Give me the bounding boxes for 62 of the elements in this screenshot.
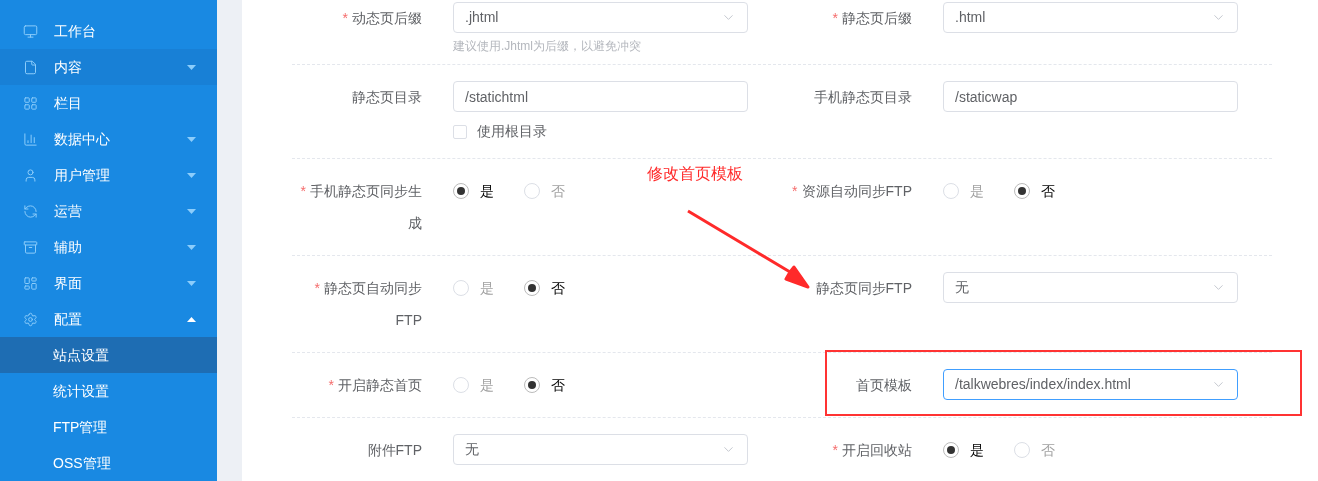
required-asterisk: *: [328, 377, 334, 393]
field-label: 静态页同步FTP: [815, 280, 912, 296]
field-label: 开启回收站: [842, 442, 912, 458]
radio-label: 否: [1041, 440, 1055, 460]
submenu-item[interactable]: 统计设置: [0, 373, 217, 409]
submenu-item[interactable]: OSS管理: [0, 445, 217, 481]
input-field[interactable]: /statichtml: [453, 81, 748, 112]
field-label: 开启静态首页: [338, 377, 422, 393]
field-label: 静态页自动同步FTP: [324, 280, 422, 328]
monitor-icon: [23, 23, 38, 39]
sidebar-item[interactable]: 用户管理: [0, 157, 217, 193]
required-asterisk: *: [342, 10, 348, 26]
sidebar-item[interactable]: 工作台: [0, 13, 217, 49]
radio-label: 是: [480, 375, 494, 395]
field-label: 静态页目录: [352, 89, 422, 105]
sidebar-item[interactable]: 配置: [0, 301, 217, 337]
submenu-item[interactable]: 站点设置: [0, 337, 217, 373]
settings-icon: [23, 311, 38, 327]
radio-label: 否: [551, 181, 565, 201]
radio-label: 否: [1041, 181, 1055, 201]
field-label: 首页模板: [856, 377, 912, 393]
radio-label: 否: [551, 278, 565, 298]
required-asterisk: *: [832, 442, 838, 458]
field-label: 静态页后缀: [842, 10, 912, 26]
required-asterisk: *: [314, 280, 320, 296]
hint-text: 建议使用.Jhtml为后缀，以避免冲突: [453, 38, 642, 54]
radio-label: 是: [480, 181, 494, 201]
required-asterisk: *: [792, 183, 798, 199]
bar-chart-icon: [23, 131, 38, 147]
field-label: 动态页后缀: [352, 10, 422, 26]
sidebar-item[interactable]: 内容: [0, 49, 217, 85]
checkbox-label: 使用根目录: [477, 122, 547, 141]
dashboard-icon: [23, 275, 38, 291]
annotation-text: 修改首页模板: [647, 164, 743, 184]
input-field[interactable]: /staticwap: [943, 81, 1238, 112]
radio-label: 是: [970, 181, 984, 201]
radio-label: 是: [480, 278, 494, 298]
field-label: 手机静态页同步生成: [310, 183, 422, 231]
select-field[interactable]: .html: [943, 2, 1238, 33]
radio-label: 否: [551, 375, 565, 395]
field-label: 附件FTP: [367, 442, 422, 458]
sidebar-item[interactable]: 数据中心: [0, 121, 217, 157]
select-field[interactable]: 无: [453, 434, 748, 465]
refresh-icon: [23, 203, 38, 219]
sidebar-item[interactable]: 栏目: [0, 85, 217, 121]
sidebar-item[interactable]: 运营: [0, 193, 217, 229]
sidebar-item[interactable]: 界面: [0, 265, 217, 301]
grid-icon: [23, 95, 38, 111]
sidebar-item[interactable]: 辅助: [0, 229, 217, 265]
checkbox[interactable]: [453, 124, 467, 139]
box-icon: [23, 239, 38, 255]
document-icon: [23, 59, 38, 75]
required-asterisk: *: [832, 10, 838, 26]
user-icon: [23, 167, 38, 183]
submenu-item[interactable]: FTP管理: [0, 409, 217, 445]
required-asterisk: *: [300, 183, 306, 199]
select-field[interactable]: .jhtml: [453, 2, 748, 33]
field-label: 手机静态页目录: [814, 89, 912, 105]
select-field[interactable]: /talkwebres/index/index.html: [943, 369, 1238, 400]
select-field[interactable]: 无: [943, 272, 1238, 303]
radio-label: 是: [970, 440, 984, 460]
field-label: 资源自动同步FTP: [801, 183, 912, 199]
